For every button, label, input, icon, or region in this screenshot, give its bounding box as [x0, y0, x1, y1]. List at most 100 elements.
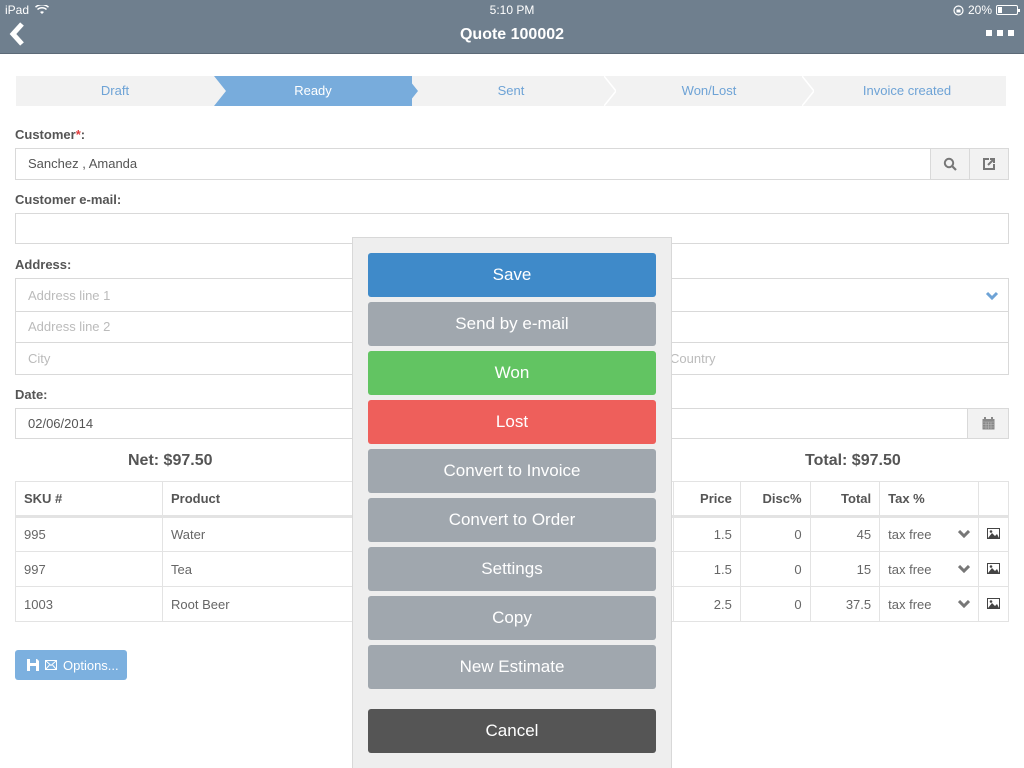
grand-total: Total: $97.50: [805, 452, 901, 469]
cell-image[interactable]: [977, 586, 1010, 622]
chevron-separator-icon: [208, 76, 220, 106]
net-total: Net: $97.50: [128, 452, 213, 469]
cell-total: 45: [809, 516, 881, 552]
won-button[interactable]: Won: [368, 351, 656, 395]
button-label: Won: [494, 363, 530, 382]
battery-icon: [996, 5, 1020, 15]
envelope-icon: [45, 660, 57, 670]
tax-value: tax free: [888, 527, 932, 542]
date-value: 02/06/2014: [28, 416, 94, 431]
more-dot: [997, 30, 1003, 36]
chevron-down-icon[interactable]: [985, 291, 999, 301]
chevron-separator-icon: [604, 76, 616, 106]
image-icon[interactable]: [986, 597, 1000, 609]
step-draft[interactable]: Draft: [16, 76, 220, 106]
step-ready[interactable]: Ready: [214, 76, 418, 106]
cell-tax[interactable]: tax free: [879, 586, 979, 622]
options-label: Options...: [63, 657, 119, 673]
customer-label-text: Customer: [15, 127, 76, 142]
cell-image[interactable]: [977, 516, 1010, 552]
label-colon: :: [80, 127, 86, 142]
button-label: New Estimate: [459, 657, 565, 676]
address-label: Address:: [15, 257, 72, 272]
cell-disc: 0: [739, 516, 811, 552]
button-label: Copy: [492, 608, 532, 627]
cell-disc: 0: [739, 586, 811, 622]
button-label: Convert to Order: [448, 510, 576, 529]
settings-button[interactable]: Settings: [368, 547, 656, 591]
external-link-icon: [983, 158, 995, 170]
cell-tax[interactable]: tax free: [879, 551, 979, 587]
cell-price: 1.5: [673, 516, 741, 552]
cell-sku: 995: [15, 516, 163, 552]
options-button[interactable]: Options...: [15, 650, 127, 680]
customer-label: Customer*:: [15, 127, 85, 142]
step-label: Invoice created: [862, 83, 952, 98]
cell-price: 2.5: [673, 586, 741, 622]
cell-sku: 997: [15, 551, 163, 587]
battery-percent: 20%: [967, 3, 992, 17]
header-total[interactable]: Total: [809, 481, 881, 518]
image-icon[interactable]: [986, 562, 1000, 574]
step-label: Sent: [497, 83, 525, 98]
chevron-down-icon[interactable]: [957, 530, 970, 538]
search-icon: [943, 157, 957, 171]
status-right: 20%: [953, 3, 1020, 17]
status-stepper: Draft Ready Sent Won/Lost Invoice create…: [16, 76, 1006, 106]
header-price[interactable]: Price: [673, 481, 741, 518]
cell-image[interactable]: [977, 551, 1010, 587]
customer-field[interactable]: Sanchez , Amanda: [15, 148, 1009, 180]
button-label: Cancel: [485, 721, 539, 740]
button-label: Lost: [495, 412, 529, 431]
image-icon[interactable]: [986, 528, 1000, 539]
country-placeholder[interactable]: Country: [670, 343, 716, 375]
lost-button[interactable]: Lost: [368, 400, 656, 444]
page-title: Quote 100002: [459, 26, 565, 43]
new-estimate-button[interactable]: New Estimate: [368, 645, 656, 689]
email-label: Customer e-mail:: [15, 192, 122, 207]
button-label: Convert to Invoice: [443, 461, 581, 480]
more-button[interactable]: [986, 30, 1014, 36]
customer-search-button[interactable]: [930, 149, 969, 179]
convert-to-order-button[interactable]: Convert to Order: [368, 498, 656, 542]
button-label: Settings: [481, 559, 543, 578]
cell-disc: 0: [739, 551, 811, 587]
step-label: Ready: [294, 83, 332, 98]
cancel-button[interactable]: Cancel: [368, 709, 656, 753]
navigation-bar: iPad 5:10 PM 20% Quote 100002: [0, 0, 1024, 54]
step-won-lost[interactable]: Won/Lost: [610, 76, 814, 106]
chevron-down-icon[interactable]: [957, 564, 970, 573]
address-line2-placeholder: Address line 2: [28, 319, 111, 334]
cell-total: 15: [809, 551, 881, 587]
address-line1-placeholder: Address line 1: [28, 288, 111, 303]
convert-to-invoice-button[interactable]: Convert to Invoice: [368, 449, 656, 493]
tax-value: tax free: [888, 596, 932, 612]
save-disk-icon: [27, 659, 39, 671]
step-invoice-created[interactable]: Invoice created: [808, 76, 1006, 106]
step-label: Draft: [100, 83, 130, 98]
copy-button[interactable]: Copy: [368, 596, 656, 640]
step-sent[interactable]: Sent: [412, 76, 616, 106]
tax-value: tax free: [888, 561, 932, 577]
send-email-button[interactable]: Send by e-mail: [368, 302, 656, 346]
customer-value: Sanchez , Amanda: [28, 156, 138, 171]
header-disc[interactable]: Disc%: [739, 481, 811, 518]
header-tax[interactable]: Tax %: [879, 481, 979, 518]
status-time: 5:10 PM: [489, 3, 535, 17]
more-dot: [1008, 30, 1014, 36]
date-picker-button[interactable]: [967, 409, 1008, 438]
save-button[interactable]: Save: [368, 253, 656, 297]
cell-tax[interactable]: tax free: [879, 516, 979, 552]
button-label: Save: [492, 265, 532, 284]
chevron-separator-icon: [406, 76, 418, 106]
rotation-lock-icon: [953, 4, 964, 16]
date-label: Date:: [15, 387, 48, 402]
customer-open-button[interactable]: [969, 149, 1008, 179]
header-image: [977, 481, 1010, 518]
cell-total: 37.5: [809, 586, 881, 622]
city-placeholder[interactable]: City: [28, 343, 50, 375]
cell-sku: 1003: [15, 586, 163, 622]
more-dots-icon: [986, 30, 992, 36]
header-sku[interactable]: SKU #: [15, 481, 163, 518]
chevron-down-icon[interactable]: [957, 599, 970, 608]
